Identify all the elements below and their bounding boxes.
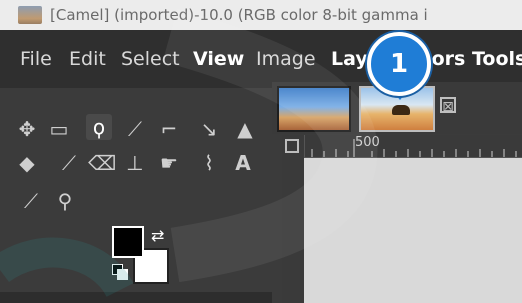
eraser-tool-icon[interactable]: ⌫ <box>88 150 116 176</box>
fuzzy-select-tool-icon[interactable]: ⟋ <box>122 116 148 142</box>
menu-edit[interactable]: Edit <box>69 30 106 88</box>
crop-tool-icon[interactable]: ⌐ <box>156 116 182 142</box>
ruler-corner-icon[interactable] <box>285 139 299 153</box>
menu-bar: File Edit Select View Image Laye olors T… <box>0 30 522 88</box>
ruler-label: 500 <box>355 135 380 150</box>
menu-tools[interactable]: Tools <box>472 30 522 88</box>
free-select-tool-icon[interactable]: ϙ <box>86 114 112 140</box>
gimp-app-icon <box>18 6 42 24</box>
reset-colors-icon[interactable] <box>112 264 128 280</box>
window-titlebar: [Camel] (imported)-10.0 (RGB color 8-bit… <box>0 0 522 30</box>
foreground-color-swatch[interactable] <box>112 226 144 258</box>
camel-thumbnail-icon <box>392 105 410 115</box>
swap-colors-icon[interactable]: ⇄ <box>151 226 164 245</box>
menu-image[interactable]: Image <box>256 30 316 88</box>
clone-tool-icon[interactable]: ⊥ <box>122 150 148 176</box>
dock-tab-bar <box>0 292 272 303</box>
move-tool-icon[interactable]: ✥ <box>14 116 40 142</box>
zoom-tool-icon[interactable]: ⚲ <box>52 188 78 214</box>
color-picker-tool-icon[interactable]: ⟋ <box>18 188 44 214</box>
image-tab-1[interactable] <box>277 86 351 132</box>
image-canvas[interactable] <box>304 158 522 303</box>
paths-tool-icon[interactable]: ⌇ <box>196 150 222 176</box>
callout-badge: 1 <box>367 32 431 96</box>
unified-transform-tool-icon[interactable]: ↘ <box>196 116 222 142</box>
paintbrush-tool-icon[interactable]: ⟋ <box>56 150 82 176</box>
window-title: [Camel] (imported)-10.0 (RGB color 8-bit… <box>50 6 428 24</box>
ruler-ticks <box>311 139 517 157</box>
warp-transform-tool-icon[interactable]: ▲ <box>232 116 258 142</box>
menu-view[interactable]: View <box>193 30 244 88</box>
tab-close-icon[interactable]: ⊠ <box>440 97 456 115</box>
smudge-tool-icon[interactable]: ☛ <box>156 150 182 176</box>
menu-select[interactable]: Select <box>121 30 180 88</box>
vertical-ruler <box>282 135 305 303</box>
bucket-fill-tool-icon[interactable]: ◆ <box>14 150 40 176</box>
rect-select-tool-icon[interactable]: ▭ <box>46 116 72 142</box>
menu-file[interactable]: File <box>20 30 52 88</box>
text-tool-icon[interactable]: A <box>230 150 256 176</box>
